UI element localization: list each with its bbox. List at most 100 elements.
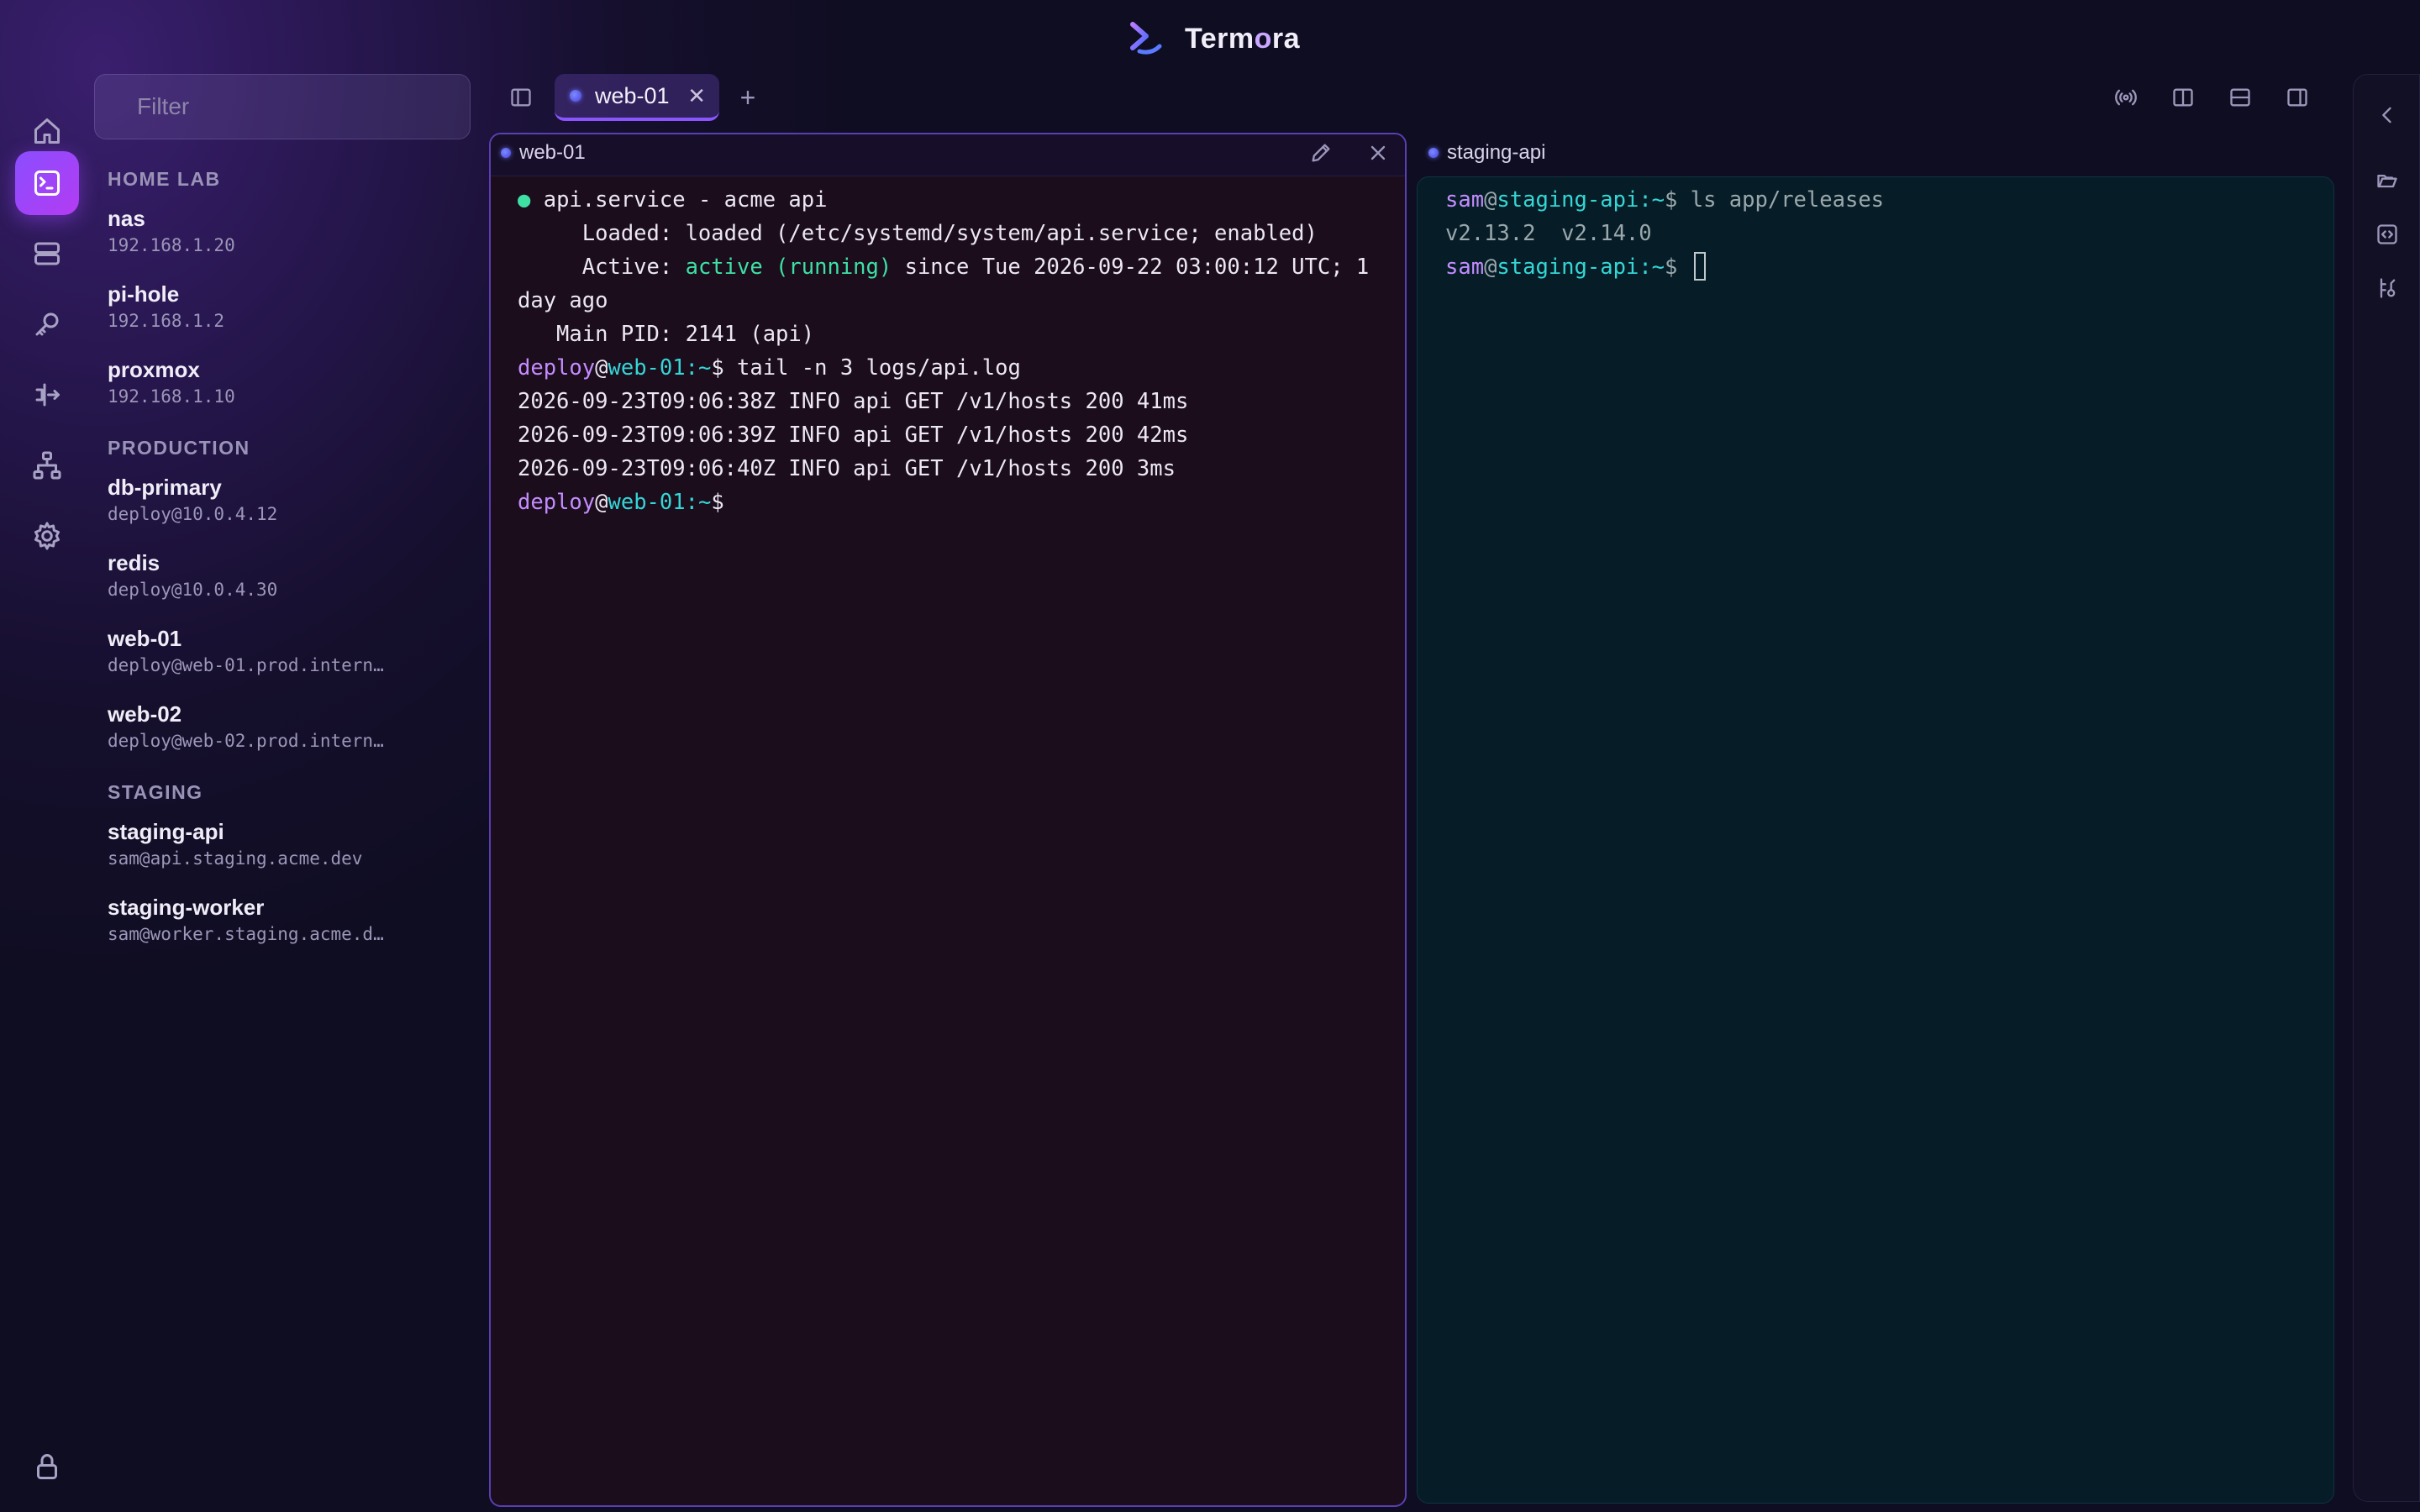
connection-dot-icon <box>501 148 511 158</box>
filter-input[interactable] <box>137 93 439 120</box>
app-name: Termora <box>1185 22 1301 55</box>
host-item-pi-hole[interactable]: pi-hole 192.168.1.2 <box>108 281 460 351</box>
snippets-button[interactable] <box>2372 219 2402 249</box>
servers-icon <box>34 242 60 265</box>
host-name: web-02 <box>108 701 182 727</box>
terminal-line: 2026-09-23T09:06:40Z INFO api GET /v1/ho… <box>518 456 1176 481</box>
split-vertical-icon <box>2173 88 2193 107</box>
code-icon <box>2377 224 2397 244</box>
tab-label: web-01 <box>595 82 670 108</box>
host-item-web-01[interactable]: web-01 deploy@web-01.prod.intern… <box>108 625 460 696</box>
filter-box <box>94 74 471 139</box>
terminal-line: v2.13.2 v2.14.0 <box>1445 221 1652 246</box>
pane-title: staging-api <box>1447 141 1546 164</box>
host-name: pi-hole <box>108 281 180 307</box>
connection-dot-icon <box>1428 148 1439 158</box>
sftp-button[interactable] <box>2372 165 2402 196</box>
toggle-panel-button[interactable] <box>2281 81 2314 114</box>
terminal-icon <box>34 171 60 196</box>
host-address: deploy@10.0.4.12 <box>108 504 278 524</box>
keys-button[interactable] <box>15 292 79 356</box>
nav-rail <box>0 84 94 1512</box>
terminal-line: Main PID: 2141 (api) <box>518 322 815 347</box>
host-address: deploy@web-02.prod.intern… <box>108 731 384 751</box>
terminal-output-web-01: ● api.service - acme api Loaded: loaded … <box>518 183 1369 519</box>
terminal-line: 2026-09-23T09:06:38Z INFO api GET /v1/ho… <box>518 389 1189 414</box>
lock-icon <box>37 1454 57 1479</box>
terminal-output-staging-api: sam@staging-api:~$ ls app/releases v2.13.… <box>1445 183 1884 284</box>
tab-close-button[interactable]: ✕ <box>687 83 706 109</box>
lock-button[interactable] <box>15 1435 79 1499</box>
pencil-icon <box>1312 144 1330 162</box>
group-label-home-lab: HOME LAB <box>108 168 221 190</box>
host-name: web-01 <box>108 626 182 651</box>
port-forwarding-button[interactable] <box>15 363 79 427</box>
group-label-production: PRODUCTION <box>108 437 250 459</box>
host-address: 192.168.1.2 <box>108 311 225 331</box>
host-item-web-02[interactable]: web-02 deploy@web-02.prod.intern… <box>108 701 460 771</box>
network-button[interactable] <box>15 433 79 497</box>
terminal-prompt-line: deploy@web-01:~$ <box>518 490 724 515</box>
gear-icon <box>34 522 60 550</box>
plug-route-icon <box>2380 278 2396 298</box>
host-name: staging-api <box>108 819 224 844</box>
toggle-sidebar-button[interactable] <box>504 81 538 114</box>
terminal-line: Loaded: loaded (/etc/systemd/system/api.… <box>518 221 1318 246</box>
host-name: staging-worker <box>108 895 265 920</box>
rename-pane-button[interactable] <box>1304 136 1338 170</box>
host-address: deploy@web-01.prod.intern… <box>108 655 384 675</box>
terminal-prompt-line: sam@staging-api:~$ ls app/releases <box>1445 187 1885 213</box>
port-tools-button[interactable] <box>2372 273 2402 303</box>
key-icon <box>35 312 59 336</box>
host-name: redis <box>108 550 160 575</box>
split-horizontal-button[interactable] <box>2223 81 2257 114</box>
servers-button[interactable] <box>15 222 79 286</box>
pane-title: web-01 <box>519 141 586 164</box>
terminal-line: 2026-09-23T09:06:39Z INFO api GET /v1/ho… <box>518 423 1189 448</box>
host-address: 192.168.1.20 <box>108 235 235 255</box>
connection-dot-icon <box>570 90 581 102</box>
port-forward-icon <box>35 383 60 407</box>
host-item-redis[interactable]: redis deploy@10.0.4.30 <box>108 549 460 620</box>
host-name: nas <box>108 206 145 231</box>
terminal-prompt-line: sam@staging-api:~$ <box>1445 250 1884 284</box>
host-address: 192.168.1.10 <box>108 386 235 407</box>
broadcast-button[interactable] <box>2109 81 2143 114</box>
add-tab-button[interactable]: + <box>731 81 765 114</box>
close-pane-button[interactable] <box>1361 136 1395 170</box>
terminal-prompt-line: deploy@web-01:~$ tail -n 3 logs/api.log <box>518 355 1021 381</box>
host-item-db-primary[interactable]: db-primary deploy@10.0.4.12 <box>108 474 460 544</box>
termora-logo-icon <box>1130 22 1162 55</box>
network-icon <box>33 451 61 480</box>
terminal-line: day ago <box>518 288 608 313</box>
split-vertical-button[interactable] <box>2166 81 2200 114</box>
host-item-staging-api[interactable]: staging-api sam@api.staging.acme.dev <box>108 818 460 889</box>
folder-open-icon <box>2377 175 2397 188</box>
terminal-line: ● api.service - acme api <box>518 187 828 213</box>
chevron-left-icon <box>2382 107 2391 123</box>
host-address: sam@api.staging.acme.dev <box>108 848 363 869</box>
close-icon <box>1370 145 1386 160</box>
tab-web-01[interactable]: web-01 ✕ <box>555 74 719 121</box>
right-tool-strip <box>2353 74 2420 1502</box>
app-title: Termora <box>1126 15 1300 62</box>
host-name: proxmox <box>108 357 200 382</box>
collapse-strip-button[interactable] <box>2372 100 2402 130</box>
home-icon <box>34 118 60 144</box>
pane-header <box>491 134 1405 176</box>
host-item-nas[interactable]: nas 192.168.1.20 <box>108 205 460 276</box>
broadcast-icon <box>2115 89 2137 106</box>
host-name: db-primary <box>108 475 222 500</box>
host-address: deploy@10.0.4.30 <box>108 580 278 600</box>
settings-button[interactable] <box>15 504 79 568</box>
host-address: sam@worker.staging.acme.d… <box>108 924 384 944</box>
group-label-staging: STAGING <box>108 781 203 803</box>
pane-title-web-01: web-01 <box>501 136 586 170</box>
terminal-pane-staging-api[interactable] <box>1417 176 2334 1504</box>
host-item-proxmox[interactable]: proxmox 192.168.1.10 <box>108 356 460 427</box>
split-horizontal-icon <box>2230 88 2250 107</box>
terminal-line: Active: active (running) since Tue 2026-… <box>518 255 1370 280</box>
host-item-staging-worker[interactable]: staging-worker sam@worker.staging.acme.d… <box>108 894 460 964</box>
terminals-button[interactable] <box>15 151 79 215</box>
sidebar-toggle-icon <box>511 88 531 107</box>
